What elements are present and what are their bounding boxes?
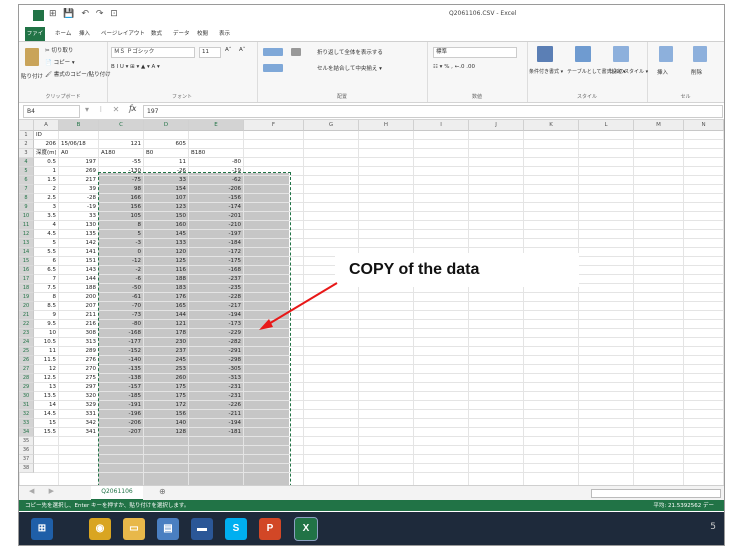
- taskbar-start-icon[interactable]: ⊞: [31, 518, 53, 540]
- taskbar-corner: 5: [710, 522, 716, 532]
- add-sheet-icon[interactable]: ⊕: [159, 487, 166, 496]
- taskbar-explorer-icon[interactable]: ▭: [123, 518, 145, 540]
- status-average: 平均: 21.5392562 デー: [653, 503, 714, 509]
- taskbar-chrome-icon[interactable]: ◉: [89, 518, 111, 540]
- taskbar-app5-icon[interactable]: ▬: [191, 518, 213, 540]
- sheet-tab[interactable]: Q2061106: [91, 486, 143, 501]
- status-message: コピー先を選択し、Enter キーを押すか、貼り付けを選択します。: [25, 503, 190, 509]
- taskbar-skype-icon[interactable]: S: [225, 518, 247, 540]
- sheet-nav-arrows[interactable]: ◀ ▶: [29, 487, 60, 495]
- taskbar-powerpoint-icon[interactable]: P: [259, 518, 281, 540]
- taskbar-app4-icon[interactable]: ▤: [157, 518, 179, 540]
- sheet-tab-bar: ◀ ▶ Q2061106 ⊕: [19, 485, 724, 501]
- taskbar: ⊞ ◉ ▭ ▤ ▬ S P X 5: [19, 512, 724, 545]
- screenshot-frame: ⊞ 💾 ↶ ↷ ⊡ Q2061106.CSV - Excel ファイル ホーム …: [18, 4, 725, 546]
- status-bar: コピー先を選択し、Enter キーを押すか、貼り付けを選択します。 平均: 21…: [19, 500, 724, 511]
- taskbar-excel-icon[interactable]: X: [294, 517, 318, 541]
- horizontal-scrollbar[interactable]: [591, 489, 721, 498]
- annotation-arrow-icon: [259, 282, 338, 330]
